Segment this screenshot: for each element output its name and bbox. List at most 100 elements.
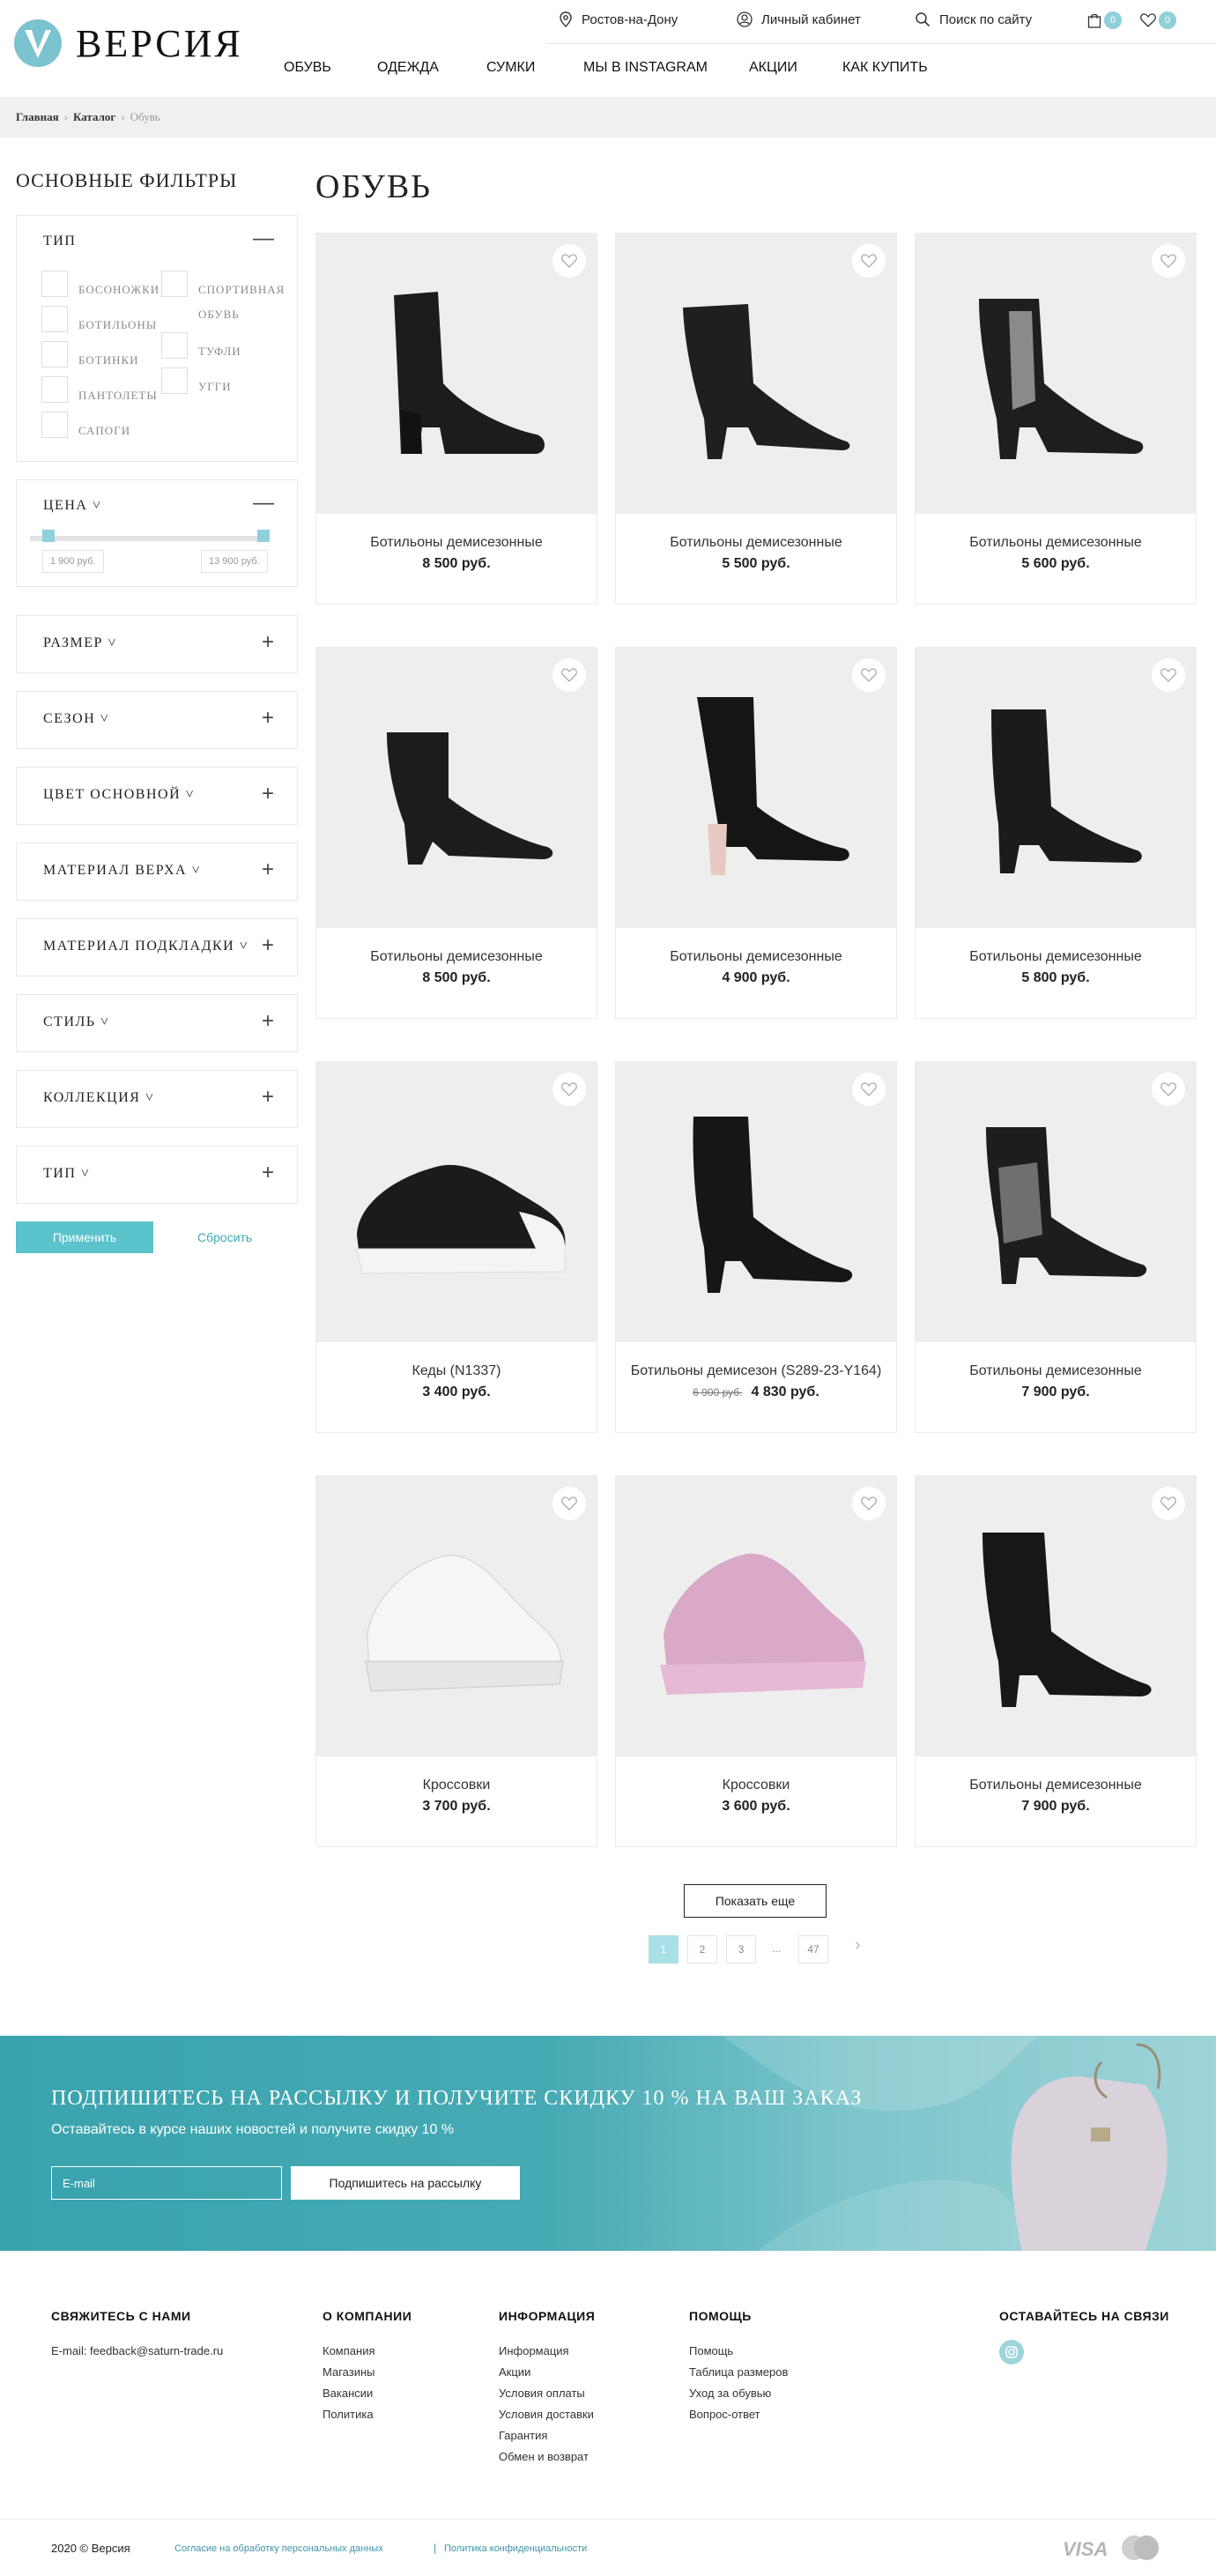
price-slider-max-handle[interactable] [257,530,270,542]
product-card[interactable]: Ботильоны демисезонные 8 500 руб. [315,233,597,605]
filter-upper-material-box[interactable]: МАТЕРИАЛ ВЕРХА ˅ + [16,843,298,901]
filter-color-box[interactable]: ЦВЕТ ОСНОВНОЙ ˅ + [16,767,298,825]
product-image[interactable] [916,234,1196,514]
footer-link-delivery[interactable]: Условия доставки [499,2408,594,2421]
footer-link-size-chart[interactable]: Таблица размеров [689,2365,788,2379]
footer-link-promotions[interactable]: Акции [499,2365,530,2379]
add-to-wishlist-button[interactable] [852,244,886,278]
checkbox-box[interactable] [41,306,68,332]
newsletter-email-input[interactable]: E-mail [51,2166,282,2200]
reset-filters-button[interactable]: Сбросить [197,1221,252,1253]
product-card[interactable]: Кроссовки 3 700 руб. [315,1475,597,1847]
add-to-wishlist-button[interactable] [552,244,586,278]
product-card[interactable]: Ботильоны демисезонные 4 900 руб. [615,647,897,1019]
add-to-wishlist-button[interactable] [852,658,886,692]
nav-item-instagram[interactable]: МЫ В INSTAGRAM [583,60,708,76]
breadcrumb-catalog[interactable]: Каталог [73,110,115,123]
breadcrumb-home[interactable]: Главная [16,110,59,123]
collapse-icon[interactable]: — [253,491,274,516]
expand-icon[interactable]: + [262,1085,274,1110]
product-name[interactable]: Ботильоны демисезонные [316,949,597,965]
footer-link-help[interactable]: Помощь [689,2344,733,2357]
add-to-wishlist-button[interactable] [1152,1487,1185,1520]
add-to-wishlist-button[interactable] [1152,1073,1185,1106]
product-card[interactable]: Ботильоны демисезонные 5 600 руб. [915,233,1197,605]
nav-item-bags[interactable]: СУМКИ [486,60,535,76]
expand-icon[interactable]: + [262,1009,274,1034]
checkbox-boots[interactable]: БОТИНКИ [41,341,139,373]
nav-item-clothing[interactable]: ОДЕЖДА [377,60,439,76]
checkbox-pumps[interactable]: ТУФЛИ [161,332,241,364]
instagram-icon[interactable] [999,2340,1024,2364]
city-selector[interactable]: Ростов-на-Дону [559,11,678,27]
page-button-1[interactable]: 1 [649,1935,678,1964]
add-to-wishlist-button[interactable] [1152,658,1185,692]
next-page-icon[interactable]: › [855,1935,861,1956]
add-to-wishlist-button[interactable] [552,1073,586,1106]
page-button-last[interactable]: 47 [798,1935,828,1964]
add-to-wishlist-button[interactable] [1152,244,1185,278]
product-name[interactable]: Ботильоны демисезонные [316,535,597,551]
product-name[interactable]: Ботильоны демисезонные [916,949,1196,965]
footer-link-vacancies[interactable]: Вакансии [323,2387,373,2400]
product-name[interactable]: Ботильоны демисезон (S289-23-Y164) [616,1363,896,1379]
checkbox-box[interactable] [41,376,68,403]
footer-link-company[interactable]: Компания [323,2344,375,2357]
newsletter-subscribe-button[interactable]: Подпишитесь на рассылку [291,2166,520,2200]
checkbox-uggs[interactable]: УГГИ [161,367,232,399]
product-image[interactable] [316,1062,597,1342]
product-image[interactable] [616,648,896,928]
add-to-wishlist-button[interactable] [852,1073,886,1106]
expand-icon[interactable]: + [262,630,274,655]
footer-link-shoe-care[interactable]: Уход за обувью [689,2387,771,2400]
privacy-link[interactable]: Политика конфиденциальности [444,2543,587,2554]
footer-link-payment[interactable]: Условия оплаты [499,2387,585,2400]
checkbox-high-boots[interactable]: САПОГИ [41,412,130,443]
filter-collection-box[interactable]: КОЛЛЕКЦИЯ ˅ + [16,1070,298,1128]
nav-item-how-to-buy[interactable]: КАК КУПИТЬ [842,60,928,76]
checkbox-sport-shoes[interactable]: СПОРТИВНАЯ ОБУВЬ [161,271,293,327]
product-image[interactable] [316,234,597,514]
product-image[interactable] [616,1476,896,1756]
product-image[interactable] [916,1476,1196,1756]
product-card[interactable]: Ботильоны демисезонные 8 500 руб. [315,647,597,1019]
product-name[interactable]: Ботильоны демисезонные [616,535,896,551]
product-image[interactable] [316,648,597,928]
price-slider-track[interactable] [30,536,268,541]
expand-icon[interactable]: + [262,1161,274,1185]
site-search[interactable]: Поиск по сайту [915,11,1032,27]
product-name[interactable]: Ботильоны демисезонные [916,1778,1196,1793]
page-button-2[interactable]: 2 [687,1935,717,1964]
page-button-3[interactable]: 3 [726,1935,756,1964]
product-name[interactable]: Кроссовки [316,1778,597,1793]
product-image[interactable] [616,234,896,514]
product-card[interactable]: Кроссовки 3 600 руб. [615,1475,897,1847]
product-image[interactable] [916,1062,1196,1342]
product-card[interactable]: Кеды (N1337) 3 400 руб. [315,1061,597,1433]
checkbox-box[interactable] [161,332,188,359]
footer-contact-email[interactable]: E-mail: feedback@saturn-trade.ru [51,2344,223,2357]
checkbox-box[interactable] [161,367,188,394]
checkbox-box[interactable] [41,271,68,297]
footer-link-faq[interactable]: Вопрос-ответ [689,2408,760,2421]
wishlist-link[interactable]: 0 [1140,11,1176,29]
checkbox-sandals[interactable]: БОСОНОЖКИ [41,271,159,302]
show-more-button[interactable]: Показать еще [684,1884,827,1918]
checkbox-mules[interactable]: ПАНТОЛЕТЫ [41,376,158,408]
filter-size-box[interactable]: РАЗМЕР ˅ + [16,615,298,673]
footer-link-policy[interactable]: Политика [323,2408,374,2421]
product-card[interactable]: Ботильоны демисезонные 7 900 руб. [915,1475,1197,1847]
nav-item-shoes[interactable]: ОБУВЬ [284,60,331,76]
consent-link[interactable]: Согласие на обработку персональных данны… [174,2543,383,2554]
add-to-wishlist-button[interactable] [552,1487,586,1520]
product-image[interactable] [916,648,1196,928]
add-to-wishlist-button[interactable] [852,1487,886,1520]
product-name[interactable]: Ботильоны демисезонные [616,949,896,965]
logo[interactable]: ВЕРСИЯ [14,19,243,67]
add-to-wishlist-button[interactable] [552,658,586,692]
footer-link-stores[interactable]: Магазины [323,2365,375,2379]
product-name[interactable]: Ботильоны демисезонные [916,535,1196,551]
filter-type2-box[interactable]: ТИП ˅ + [16,1146,298,1204]
footer-link-warranty[interactable]: Гарантия [499,2429,547,2442]
product-card[interactable]: Ботильоны демисезонные 5 500 руб. [615,233,897,605]
